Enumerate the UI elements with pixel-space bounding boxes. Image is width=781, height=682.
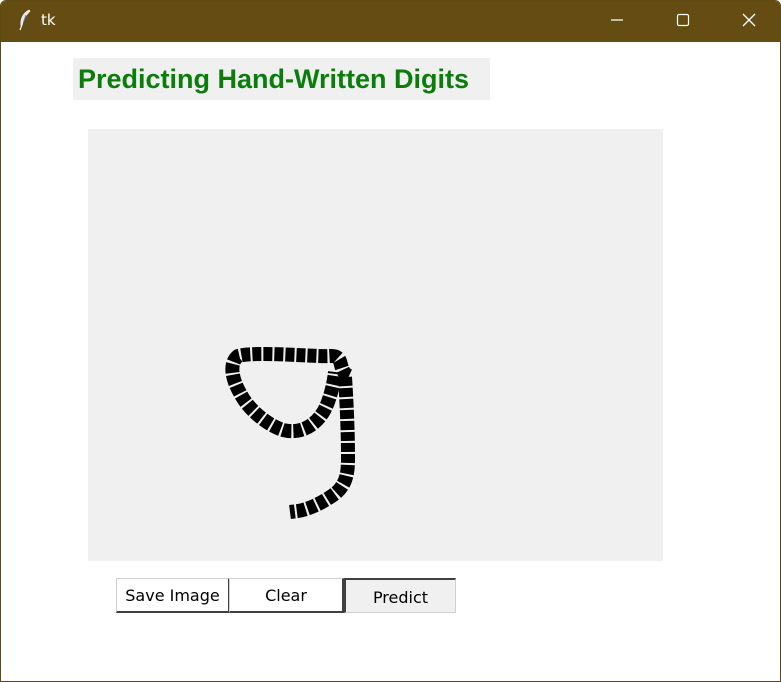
app-window: tk Predicting Hand-Written Digits Save I… bbox=[0, 0, 781, 682]
page-title: Predicting Hand-Written Digits bbox=[73, 58, 490, 100]
window-title: tk bbox=[41, 11, 56, 29]
title-bar[interactable]: tk bbox=[1, 1, 780, 42]
drawing-canvas[interactable] bbox=[88, 129, 663, 561]
predict-button[interactable]: Predict bbox=[344, 578, 456, 613]
save-image-button[interactable]: Save Image bbox=[116, 578, 230, 613]
maximize-button[interactable] bbox=[650, 1, 716, 42]
close-button[interactable] bbox=[716, 1, 780, 42]
close-icon bbox=[742, 12, 756, 31]
handwritten-digit-drawing bbox=[225, 346, 355, 519]
maximize-icon bbox=[676, 12, 690, 31]
minimize-icon bbox=[610, 12, 624, 31]
minimize-button[interactable] bbox=[584, 1, 650, 42]
clear-button[interactable]: Clear bbox=[229, 578, 344, 613]
feather-icon bbox=[17, 9, 33, 31]
